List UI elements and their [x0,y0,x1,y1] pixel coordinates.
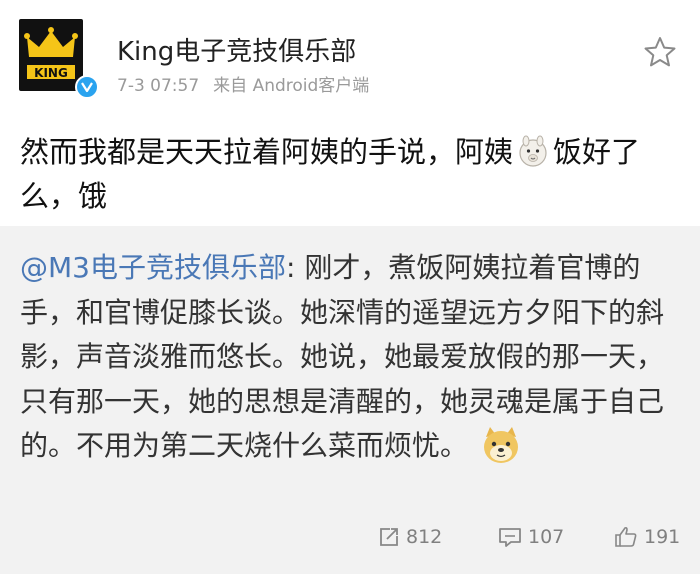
like-count: 191 [644,526,681,548]
comment-button[interactable]: 107 [498,526,564,548]
post-text: 然而我都是天天拉着阿姨的手说，阿姨 饭好了么，饿 [20,130,680,218]
post-timestamp: 7-3 07:57 [117,76,200,96]
action-bar: 812 107 191 [0,522,700,556]
author-name[interactable]: King电子竞技俱乐部 [117,31,356,68]
retweet-content[interactable]: @M3电子竞技俱乐部: 刚才，煮饭阿姨拉着官博的手，和官博促膝长谈。她深情的遥望… [20,246,685,469]
share-count: 812 [406,526,443,548]
post-source: 来自 Android客户端 [213,76,370,96]
post-meta: 7-3 07:57 来自 Android客户端 [117,71,369,96]
post-text-part-1: 然而我都是天天拉着阿姨的手说，阿姨 [20,135,514,169]
post-card: KING King电子竞技俱乐部 7-3 07:57 来自 Android客户端 … [0,0,700,226]
share-button[interactable]: 812 [378,526,442,548]
like-button[interactable]: 191 [614,526,680,548]
like-icon [615,526,637,547]
share-icon [380,528,398,546]
avatar-logo-text: KING [34,66,68,80]
doge-emoji-icon [480,425,522,465]
avatar-image: KING [19,19,83,91]
star-icon[interactable] [643,35,677,69]
verified-icon [75,75,99,99]
avatar[interactable]: KING [19,19,99,99]
alpaca-emoji-icon [516,134,550,168]
comment-count: 107 [528,526,565,548]
retweet-mention[interactable]: @M3电子竞技俱乐部 [20,251,286,284]
comment-icon [499,528,521,547]
